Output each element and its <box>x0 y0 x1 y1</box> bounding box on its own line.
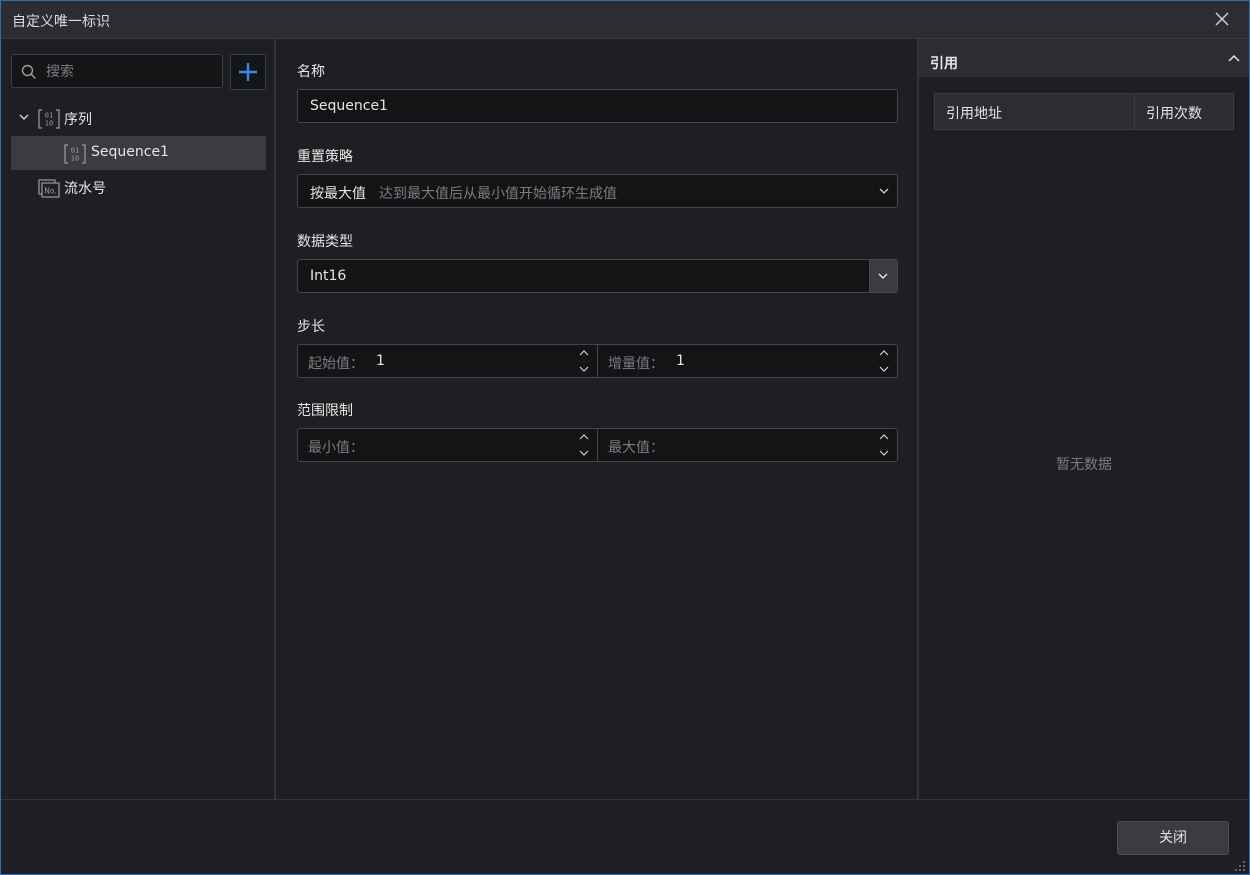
plus-icon <box>239 63 257 81</box>
chevron-down-icon <box>878 273 888 279</box>
data-type-dropdown-button[interactable] <box>869 260 897 292</box>
tree-item-sequence1[interactable]: 01 10 Sequence1 <box>11 136 266 170</box>
chevron-down-icon[interactable] <box>579 364 589 374</box>
increment-spinbox[interactable]: 增量值： 1 <box>597 344 898 378</box>
column-header-address[interactable]: 引用地址 <box>935 94 1135 129</box>
close-button[interactable]: 关闭 <box>1117 821 1229 855</box>
chevron-down-icon[interactable] <box>879 448 889 458</box>
data-type-select[interactable]: Int16 <box>297 259 898 293</box>
start-value-spinbox[interactable]: 起始值： 1 <box>297 344 598 378</box>
add-button[interactable] <box>230 54 266 90</box>
title-bar: 自定义唯一标识 <box>1 1 1249 39</box>
min-value-prefix: 最小值： <box>308 440 364 456</box>
chevron-down-icon[interactable] <box>579 448 589 458</box>
chevron-up-icon[interactable] <box>579 348 589 358</box>
range-limit-label: 范围限制 <box>297 403 353 419</box>
start-value-prefix: 起始值： <box>308 356 364 372</box>
tree-group-serial-number[interactable]: No. 流水号 <box>11 170 266 204</box>
tree-group2-label: 流水号 <box>64 181 106 197</box>
tree-group-sequence[interactable]: 01 10 序列 <box>11 101 266 135</box>
chevron-up-icon[interactable] <box>879 432 889 442</box>
tree-item-label: Sequence1 <box>91 144 169 160</box>
reset-policy-hint: 达到最大值后从最小值开始循环生成值 <box>379 186 617 202</box>
references-table-header: 引用地址 引用次数 <box>934 93 1234 130</box>
svg-text:No.: No. <box>44 187 56 196</box>
column-header-count[interactable]: 引用次数 <box>1135 94 1235 129</box>
svg-text:10: 10 <box>71 155 79 163</box>
reset-policy-value: 按最大值 <box>310 186 366 202</box>
references-title: 引用 <box>930 56 958 72</box>
reset-policy-select[interactable]: 按最大值 达到最大值后从最小值开始循环生成值 <box>297 174 898 208</box>
increment-prefix: 增量值： <box>608 356 664 372</box>
dialog-window: 自定义唯一标识 01 <box>0 0 1250 875</box>
max-value-spinbox[interactable]: 最大值： <box>597 428 898 462</box>
name-label: 名称 <box>297 64 325 80</box>
search-box[interactable] <box>11 54 223 89</box>
max-value-prefix: 最大值： <box>608 440 664 456</box>
tree-group-label: 序列 <box>64 112 92 128</box>
min-value-spinbox[interactable]: 最小值： <box>297 428 598 462</box>
svg-text:10: 10 <box>45 120 53 128</box>
chevron-down-icon <box>879 188 889 194</box>
search-icon <box>21 64 36 79</box>
sequence-icon: 01 10 <box>64 144 86 164</box>
empty-state-text: 暂无数据 <box>1056 457 1112 473</box>
sequence-icon: 01 10 <box>38 109 60 129</box>
data-type-value: Int16 <box>310 268 347 284</box>
chevron-up-icon[interactable] <box>879 348 889 358</box>
serial-number-icon: No. <box>38 179 60 198</box>
step-fields: 起始值： 1 增量值： 1 <box>297 344 898 378</box>
chevron-up-icon[interactable] <box>1228 53 1240 63</box>
window-title: 自定义唯一标识 <box>12 14 110 30</box>
search-input[interactable] <box>44 55 218 89</box>
chevron-down-icon[interactable] <box>18 111 30 123</box>
name-field[interactable]: Sequence1 <box>297 89 898 123</box>
start-value: 1 <box>376 353 385 369</box>
chevron-down-icon[interactable] <box>879 364 889 374</box>
sidebar: 01 10 序列 01 10 Sequence1 No. 流水号 <box>1 39 276 799</box>
step-label: 步长 <box>297 319 325 335</box>
svg-text:01: 01 <box>71 147 79 155</box>
chevron-up-icon[interactable] <box>579 432 589 442</box>
svg-text:01: 01 <box>45 112 53 120</box>
reset-policy-label: 重置策略 <box>297 149 353 165</box>
resize-grip-icon[interactable] <box>1234 860 1246 872</box>
close-icon[interactable] <box>1213 10 1231 28</box>
increment-value: 1 <box>676 353 685 369</box>
form-panel: 名称 Sequence1 重置策略 按最大值 达到最大值后从最小值开始循环生成值… <box>276 39 919 799</box>
references-header: 引用 <box>919 39 1249 77</box>
range-fields: 最小值： 最大值： <box>297 428 898 462</box>
name-value: Sequence1 <box>310 98 388 114</box>
dialog-footer: 关闭 <box>1 799 1249 875</box>
references-panel: 引用 引用地址 引用次数 暂无数据 <box>919 39 1249 799</box>
data-type-label: 数据类型 <box>297 234 353 250</box>
